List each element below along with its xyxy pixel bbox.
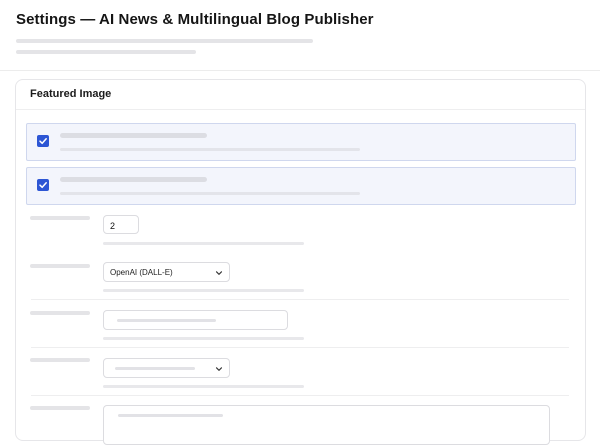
field-label-placeholder [30, 216, 90, 220]
select-placeholder-line [115, 367, 195, 370]
page-header: Settings — AI News & Multilingual Blog P… [0, 0, 600, 71]
input-placeholder-line [117, 319, 216, 322]
option-row-2[interactable] [26, 167, 576, 205]
text-input[interactable] [103, 310, 288, 330]
field-hint-placeholder [103, 337, 304, 340]
card-title: Featured Image [30, 88, 112, 100]
option-label-placeholder [60, 177, 207, 182]
option-hint-placeholder [60, 192, 360, 195]
option-label-placeholder [60, 133, 207, 138]
field-label-placeholder [30, 406, 90, 410]
description-placeholder-line [16, 39, 313, 43]
field-label-placeholder [30, 358, 90, 362]
textarea-placeholder-line [118, 414, 223, 417]
row-divider [31, 347, 569, 348]
checkbox-checked[interactable] [37, 179, 49, 191]
field-hint-placeholder [103, 385, 304, 388]
field-hint-placeholder [103, 289, 304, 292]
option-hint-placeholder [60, 148, 360, 151]
check-icon [39, 182, 47, 189]
field-hint-placeholder [103, 242, 304, 245]
selected-provider: OpenAI (DALL-E) [110, 268, 173, 277]
featured-image-card: Featured Image 2 OpenAI (DALL-E) [15, 79, 586, 445]
chevron-down-icon [215, 271, 223, 275]
card-header: Featured Image [16, 80, 585, 110]
row-divider [31, 299, 569, 300]
page-title: Settings — AI News & Multilingual Blog P… [16, 11, 374, 28]
chevron-down-icon [215, 367, 223, 371]
option-row-1[interactable] [26, 123, 576, 161]
field-label-placeholder [30, 264, 90, 268]
text-area[interactable] [103, 405, 550, 445]
check-icon [39, 138, 47, 145]
row-divider [31, 395, 569, 396]
description-placeholder-line [16, 50, 196, 54]
option-select[interactable] [103, 358, 230, 378]
image-count-input[interactable]: 2 [103, 215, 139, 234]
field-label-placeholder [30, 311, 90, 315]
checkbox-checked[interactable] [37, 135, 49, 147]
image-provider-select[interactable]: OpenAI (DALL-E) [103, 262, 230, 282]
